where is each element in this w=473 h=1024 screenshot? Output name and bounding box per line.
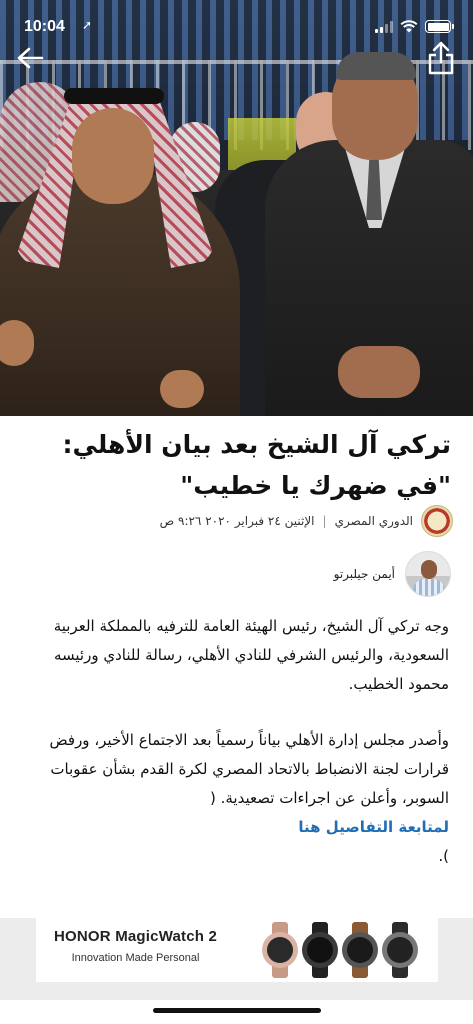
article-headline: تركي آل الشيخ بعد بيان الأهلي: "في ضهرك … (62, 430, 451, 500)
article-paragraph: وأصدر مجلس إدارة الأهلي بياناً رسمياً بع… (19, 726, 449, 871)
back-button[interactable] (10, 38, 50, 78)
league-logo-icon[interactable] (421, 505, 453, 537)
watch-icon (380, 922, 420, 978)
ad-banner[interactable]: HONOR MagicWatch 2 Innovation Made Perso… (36, 918, 438, 982)
league-name[interactable]: الدوري المصري (335, 514, 413, 528)
status-icons (375, 20, 454, 33)
person-right-hand (338, 346, 420, 398)
watch-icon (340, 922, 380, 978)
author-avatar[interactable] (405, 551, 451, 597)
cellular-signal-icon (375, 20, 393, 33)
author-row[interactable]: أيمن جيلبرتو (11, 550, 451, 598)
home-indicator[interactable] (153, 1008, 321, 1013)
article-meta: الدوري المصري | الإثنين ٢٤ فبراير ٢٠٢٠ ٩… (13, 504, 453, 538)
ad-brand: HONOR MagicWatch 2 (54, 928, 218, 945)
battery-icon (425, 20, 454, 33)
ad-product-image (260, 922, 420, 978)
meta-separator: | (322, 514, 327, 528)
paragraph-closing: ). (438, 847, 449, 865)
person-right-hair (336, 52, 416, 80)
person-left-hand (0, 320, 34, 366)
wifi-icon (400, 20, 418, 33)
share-icon (428, 41, 454, 75)
location-icon: ➚ (82, 18, 93, 32)
person-left-agal (64, 88, 164, 104)
person-left-face (72, 108, 154, 204)
person-left-hand (160, 370, 204, 408)
article-hero-image (0, 0, 473, 416)
share-button[interactable] (421, 38, 461, 78)
arrow-left-icon (17, 47, 44, 69)
details-link[interactable]: لمتابعة التفاصيل هنا (19, 813, 449, 842)
ad-tagline: Innovation Made Personal (71, 952, 200, 964)
ad-container: HONOR MagicWatch 2 Innovation Made Perso… (0, 918, 473, 1000)
article-paragraph-text: وأصدر مجلس إدارة الأهلي بياناً رسمياً بع… (49, 731, 449, 807)
status-bar: 10:04 ➚ (0, 0, 473, 50)
ad-text: HONOR MagicWatch 2 Innovation Made Perso… (54, 928, 217, 964)
author-name[interactable]: أيمن جيلبرتو (334, 567, 395, 581)
status-time: 10:04 (24, 18, 65, 35)
watch-icon (260, 922, 300, 978)
publish-date: الإثنين ٢٤ فبراير ٢٠٢٠ ٩:٢٦ ص (159, 514, 315, 528)
article-paragraph: وجه تركي آل الشيخ، رئيس الهيئة العامة لل… (53, 617, 449, 693)
watch-icon (300, 922, 340, 978)
